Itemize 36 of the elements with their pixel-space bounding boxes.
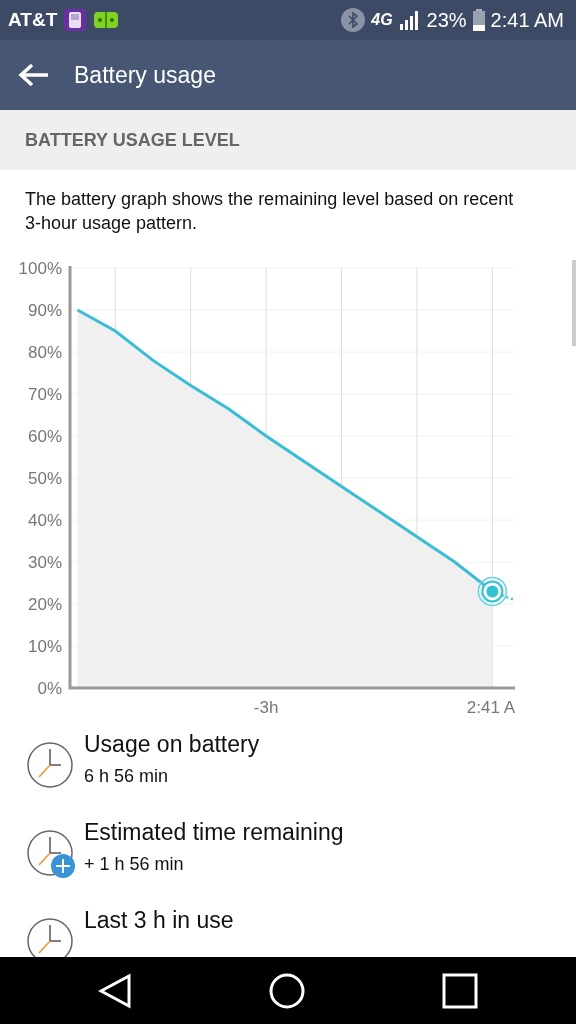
y-axis-label: 20% bbox=[27, 595, 62, 614]
item-value: 6 h 56 min bbox=[84, 766, 170, 787]
x-axis-label: 2:41 A bbox=[466, 698, 515, 717]
y-axis-label: 90% bbox=[27, 301, 62, 320]
section-header: BATTERY USAGE LEVEL bbox=[0, 110, 576, 170]
y-axis-label: 50% bbox=[27, 469, 62, 488]
home-button[interactable] bbox=[268, 971, 306, 1010]
y-axis-label: 10% bbox=[27, 637, 62, 656]
y-axis-label: 40% bbox=[27, 511, 62, 530]
item-value: + 1 h 56 min bbox=[84, 854, 185, 875]
y-axis-label: 100% bbox=[18, 259, 62, 278]
x-axis-label: -3h bbox=[253, 698, 279, 717]
screen-title: Battery usage bbox=[74, 61, 216, 89]
y-axis-label: 70% bbox=[27, 385, 62, 404]
item-title: Estimated time remaining bbox=[84, 819, 344, 846]
y-axis-label: 80% bbox=[27, 343, 62, 362]
y-axis-label: 60% bbox=[27, 427, 62, 446]
y-axis-label: 30% bbox=[27, 553, 62, 572]
gamepad-icon bbox=[93, 9, 120, 31]
current-level-marker bbox=[477, 576, 508, 607]
game-console-icon bbox=[63, 8, 88, 32]
back-nav-button[interactable] bbox=[98, 972, 132, 1009]
battery-percent: 23% bbox=[426, 8, 467, 32]
network-type: 4G bbox=[371, 11, 393, 29]
back-button[interactable] bbox=[18, 63, 50, 87]
signal-icon bbox=[398, 10, 421, 30]
carrier-name: AT&T bbox=[8, 9, 58, 31]
item-title: Usage on battery bbox=[84, 731, 260, 758]
battery-icon bbox=[472, 9, 485, 31]
clock-plus-icon bbox=[26, 829, 78, 879]
description-text: The battery graph shows the remaining level based on recent 3-hour usage pattern. bbox=[25, 188, 515, 235]
clock: 2:41 AM bbox=[490, 8, 564, 32]
y-axis-label: 0% bbox=[37, 679, 62, 698]
item-title: Last 3 h in use bbox=[84, 907, 234, 934]
recents-button[interactable] bbox=[442, 972, 478, 1009]
bluetooth-icon bbox=[341, 8, 366, 32]
